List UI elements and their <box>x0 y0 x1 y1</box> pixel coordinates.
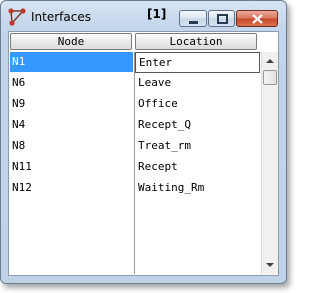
location-cell[interactable]: Recept <box>135 157 258 177</box>
interfaces-table: Node Location N1 N6 N9 N4 N8 N11 N12 Ent… <box>8 31 279 276</box>
node-cell[interactable]: N4 <box>10 115 133 135</box>
location-cell[interactable]: Waiting_Rm <box>135 178 258 198</box>
location-cell[interactable]: Leave <box>135 73 258 93</box>
close-button[interactable] <box>236 10 278 27</box>
column-header-location[interactable]: Location <box>135 33 257 50</box>
minimize-icon <box>189 21 198 24</box>
interfaces-window: Interfaces [1] Node Location N1 N6 N9 N4… <box>0 0 287 284</box>
node-cell[interactable]: N6 <box>10 73 133 93</box>
network-icon <box>7 7 27 27</box>
title-bar[interactable]: Interfaces [1] <box>1 1 286 31</box>
column-header-node[interactable]: Node <box>10 33 132 50</box>
node-cell[interactable]: N12 <box>10 178 133 198</box>
maximize-icon <box>217 14 228 24</box>
window-instance-label: [1] <box>147 7 167 21</box>
scroll-down-arrow-icon[interactable] <box>262 257 278 273</box>
minimize-button[interactable] <box>179 10 207 27</box>
node-column: N1 N6 N9 N4 N8 N11 N12 <box>10 52 133 274</box>
location-cell[interactable]: Treat_rm <box>135 136 258 156</box>
table-body: N1 N6 N9 N4 N8 N11 N12 Enter Leave Offic… <box>10 52 260 274</box>
vertical-scrollbar[interactable] <box>261 52 278 274</box>
scrollbar-thumb[interactable] <box>263 70 277 85</box>
scroll-up-arrow-icon[interactable] <box>262 53 278 69</box>
close-icon <box>252 14 263 24</box>
location-cell-editing[interactable]: Enter <box>135 52 260 73</box>
maximize-button[interactable] <box>208 10 235 27</box>
window-title: Interfaces <box>31 10 91 24</box>
node-cell[interactable]: N11 <box>10 157 133 177</box>
location-cell[interactable]: Recept_Q <box>135 115 258 135</box>
node-cell[interactable]: N8 <box>10 136 133 156</box>
location-cell[interactable]: Office <box>135 94 258 114</box>
node-cell[interactable]: N9 <box>10 94 133 114</box>
node-cell[interactable]: N1 <box>10 52 133 72</box>
location-column: Enter Leave Office Recept_Q Treat_rm Rec… <box>135 52 260 274</box>
